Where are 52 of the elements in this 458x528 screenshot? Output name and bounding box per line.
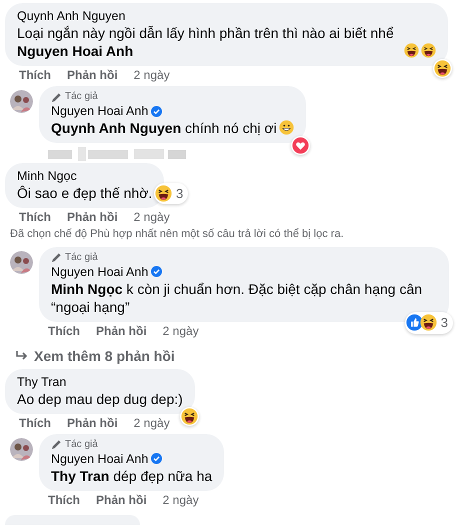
pencil-icon [51, 439, 62, 450]
reply-link[interactable]: Phản hồi [67, 416, 118, 430]
grinning-emoji-icon [278, 120, 294, 135]
like-link[interactable]: Thích [48, 492, 80, 506]
reaction-badge[interactable]: 3 [154, 182, 188, 204]
laughing-emoji-icon [180, 408, 198, 424]
reaction-badge[interactable]: 3 [404, 312, 453, 334]
laughing-emoji-icon [420, 314, 437, 332]
laughing-emoji-icon [434, 60, 451, 77]
laughing-emoji-icon [421, 43, 436, 58]
comment-text: Quynh Anh Nguyen chính nó chị ơi [51, 119, 277, 137]
reaction-count: 3 [175, 184, 184, 202]
commenter-name[interactable]: Nguyen Hoai Anh [51, 103, 148, 119]
reply-arrow-icon [16, 351, 28, 361]
reply-link[interactable]: Phản hồi [67, 68, 118, 82]
comment-time: 2 ngày [134, 416, 170, 430]
reaction-count: 3 [440, 314, 449, 332]
reply-link[interactable]: Phản hồi [96, 324, 147, 338]
commenter-name[interactable]: Nguyen Hoai Anh [51, 264, 148, 280]
commenter-name[interactable]: Nguyen Hoai Anh [51, 450, 148, 466]
reaction-badge[interactable] [433, 59, 452, 78]
author-label: Tác giả [65, 438, 98, 450]
laughing-emoji-icon [155, 184, 172, 202]
like-link[interactable]: Thích [19, 210, 51, 224]
like-link[interactable]: Thích [19, 416, 51, 430]
commenter-name[interactable]: Thy Tran [17, 374, 66, 390]
author-label: Tác giả [65, 252, 98, 264]
view-more-replies-link[interactable]: Xem thêm 8 phản hồi [0, 346, 175, 366]
comment-time: 2 ngày [134, 68, 170, 82]
reply-link[interactable]: Phản hồi [67, 210, 118, 224]
commenter-name[interactable]: Minh Ngọc [17, 168, 77, 184]
reply-link[interactable]: Phản hồi [96, 492, 147, 506]
pencil-icon [51, 252, 62, 263]
comment-time: 2 ngày [162, 492, 199, 506]
thumbs-up-icon [406, 314, 423, 332]
pencil-icon [51, 92, 62, 102]
commenter-name[interactable]: Quynh Anh Nguyen [17, 8, 126, 24]
comment-text: Thy Tran dép đẹp nữa ha [51, 466, 212, 484]
avatar[interactable] [10, 90, 33, 113]
comment-text: Ôi sao e đẹp thế nhờ. [17, 184, 152, 202]
comment-text: Ao dep mau dep dug dep:) [17, 390, 183, 408]
avatar[interactable] [10, 250, 33, 274]
author-label: Tác giả [65, 91, 98, 103]
reaction-badge[interactable] [180, 406, 199, 426]
comment-time: 2 ngày [134, 210, 170, 224]
filter-notice: Đã chọn chế độ Phù hợp nhất nên một số câu trả lời có thể bị lọc ra. [9, 227, 345, 242]
like-link[interactable]: Thích [19, 68, 51, 82]
like-link[interactable]: Thích [48, 324, 80, 338]
avatar[interactable] [10, 438, 33, 460]
comment-text: Loại ngắn này ngồi dẫn lấy hình phần trên thì nào ai biết nhể Nguyen Hoai Anh [17, 24, 395, 60]
laughing-emoji-icon [404, 43, 419, 58]
comment-time: 2 ngày [162, 324, 199, 338]
